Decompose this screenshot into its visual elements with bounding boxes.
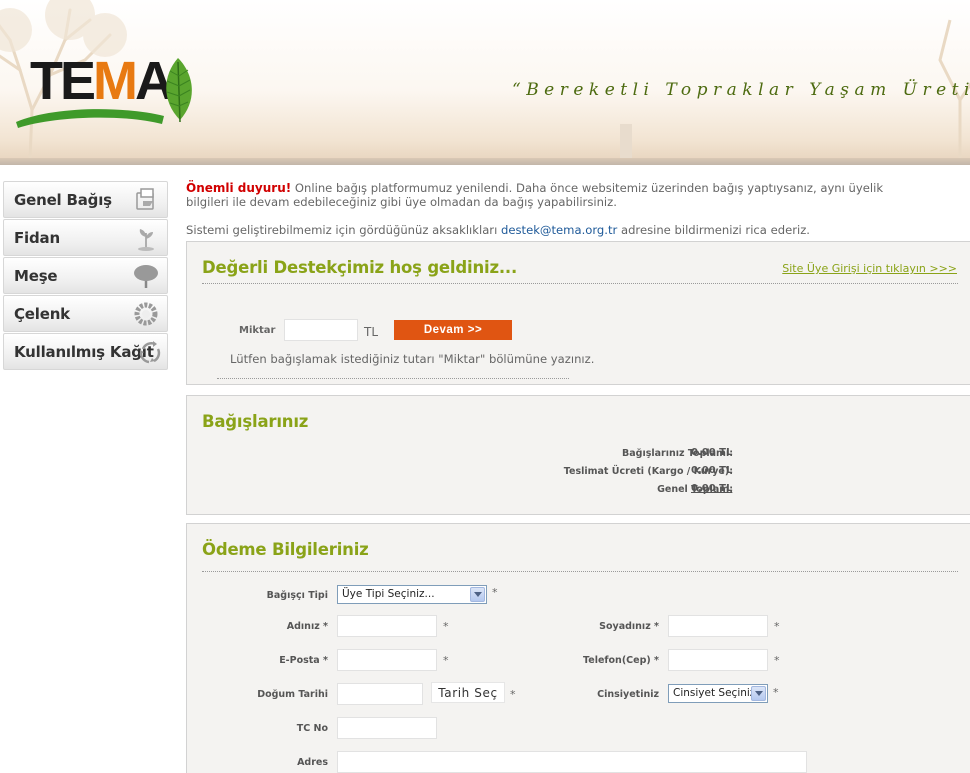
date-picker-button[interactable]: Tarih Seç	[431, 682, 505, 703]
feedback-text-before: Sistemi geliştirebilmemiz için gördüğünü…	[186, 223, 501, 237]
email-input[interactable]	[337, 649, 437, 671]
required-mark: *	[443, 620, 449, 633]
sidebar-item-label: Genel Bağış	[14, 191, 112, 209]
support-email-link[interactable]: destek@tema.org.tr	[501, 223, 617, 237]
gender-select[interactable]: Cinsiyet Seçiniz.	[668, 684, 768, 703]
feedback-text-after: adresine bildirmenizi rica ederiz.	[617, 223, 810, 237]
dotted-divider	[217, 378, 569, 379]
gender-label: Cinsiyetiniz	[597, 689, 659, 700]
address-label: Adres	[297, 757, 328, 768]
sidebar-item-kullanilmis-kagit[interactable]: Kullanılmış Kağıt	[3, 333, 168, 370]
donations-panel: Bağışlarınız Bağışlarınız Toplamı: 0.00 …	[186, 395, 970, 515]
announcement-text: Online bağış platformumuz yenilendi. Dah…	[186, 181, 884, 209]
leaf-icon	[166, 58, 192, 123]
header-divider	[0, 158, 970, 165]
amount-input[interactable]	[284, 319, 358, 341]
sidebar-item-label: Çelenk	[14, 305, 70, 323]
sidebar-item-fidan[interactable]: Fidan	[3, 219, 168, 256]
gift-icon	[136, 188, 154, 210]
welcome-panel: Değerli Destekçimiz hoş geldiniz... Site…	[186, 241, 970, 385]
donations-title: Bağışlarınız	[202, 412, 309, 431]
donor-type-label: Bağışçı Tipi	[266, 590, 328, 601]
main-content: Önemli duyuru! Online bağış platformumuz…	[186, 181, 970, 773]
donor-type-select[interactable]: Üye Tipi Seçiniz...	[337, 585, 487, 604]
sapling-icon	[138, 229, 154, 251]
payment-title: Ödeme Bilgileriniz	[202, 540, 369, 559]
recycle-icon	[139, 341, 161, 364]
phone-label: Telefon(Cep) *	[583, 655, 659, 666]
birth-date-label: Doğum Tarihi	[257, 689, 328, 700]
grand-total-value: 0.00 TL	[691, 483, 733, 494]
sidebar-item-label: Fidan	[14, 229, 60, 247]
chevron-down-icon	[751, 686, 766, 701]
sidebar-item-celenk[interactable]: Çelenk	[3, 295, 168, 332]
tc-no-label: TC No	[296, 723, 328, 734]
address-input[interactable]	[337, 751, 807, 773]
feedback-notice: Sistemi geliştirebilmemiz için gördüğünü…	[186, 223, 970, 237]
amount-help-text: Lütfen bağışlamak istediğiniz tutarı "Mi…	[230, 352, 595, 366]
required-mark: *	[510, 688, 516, 701]
wreath-icon	[134, 302, 158, 326]
dotted-divider	[202, 283, 958, 284]
sidebar-nav: Genel Bağış Fidan Meşe Çelenk Kullanılmı…	[3, 181, 168, 371]
welcome-title: Değerli Destekçimiz hoş geldiniz...	[202, 258, 518, 277]
logo-swoosh-icon	[16, 109, 164, 128]
continue-button[interactable]: Devam >>	[394, 320, 512, 340]
chimney-silhouette	[620, 124, 632, 160]
chevron-down-icon	[470, 587, 485, 602]
payment-panel: Ödeme Bilgileriniz Bağışçı Tipi Üye Tipi…	[186, 523, 970, 773]
birth-date-input[interactable]	[337, 683, 423, 705]
dotted-divider	[202, 571, 958, 572]
sidebar-item-label: Meşe	[14, 267, 58, 285]
last-name-label: Soyadınız *	[599, 621, 659, 632]
required-mark: *	[492, 586, 498, 599]
required-mark: *	[773, 686, 779, 699]
email-label: E-Posta *	[279, 655, 328, 666]
sidebar-item-mese[interactable]: Meşe	[3, 257, 168, 294]
phone-input[interactable]	[668, 649, 768, 671]
first-name-label: Adınız *	[286, 621, 328, 632]
amount-label: Miktar	[239, 325, 276, 336]
site-header: TEMA “Bereketli Topraklar Yaşam Üretir”	[0, 0, 970, 165]
gender-selected: Cinsiyet Seçiniz.	[673, 687, 759, 699]
announcement-label: Önemli duyuru!	[186, 181, 292, 195]
sidebar-item-genel-bagis[interactable]: Genel Bağış	[3, 181, 168, 218]
sidebar-item-label: Kullanılmış Kağıt	[14, 343, 154, 361]
currency-label: TL	[364, 325, 379, 339]
delivery-fee-value: 0.00 TL	[691, 465, 733, 476]
last-name-input[interactable]	[668, 615, 768, 637]
required-mark: *	[774, 654, 780, 667]
header-slogan: “Bereketli Topraklar Yaşam Üretir”	[512, 80, 970, 100]
required-mark: *	[774, 620, 780, 633]
first-name-input[interactable]	[337, 615, 437, 637]
tc-no-input[interactable]	[337, 717, 437, 739]
member-login-link[interactable]: Site Üye Girişi için tıklayın >>>	[782, 262, 957, 275]
donor-type-selected: Üye Tipi Seçiniz...	[342, 588, 435, 600]
donation-total-value: 0.00 TL	[691, 447, 733, 458]
announcement: Önemli duyuru! Online bağış platformumuz…	[186, 181, 926, 209]
oak-tree-icon	[134, 265, 158, 288]
required-mark: *	[443, 654, 449, 667]
